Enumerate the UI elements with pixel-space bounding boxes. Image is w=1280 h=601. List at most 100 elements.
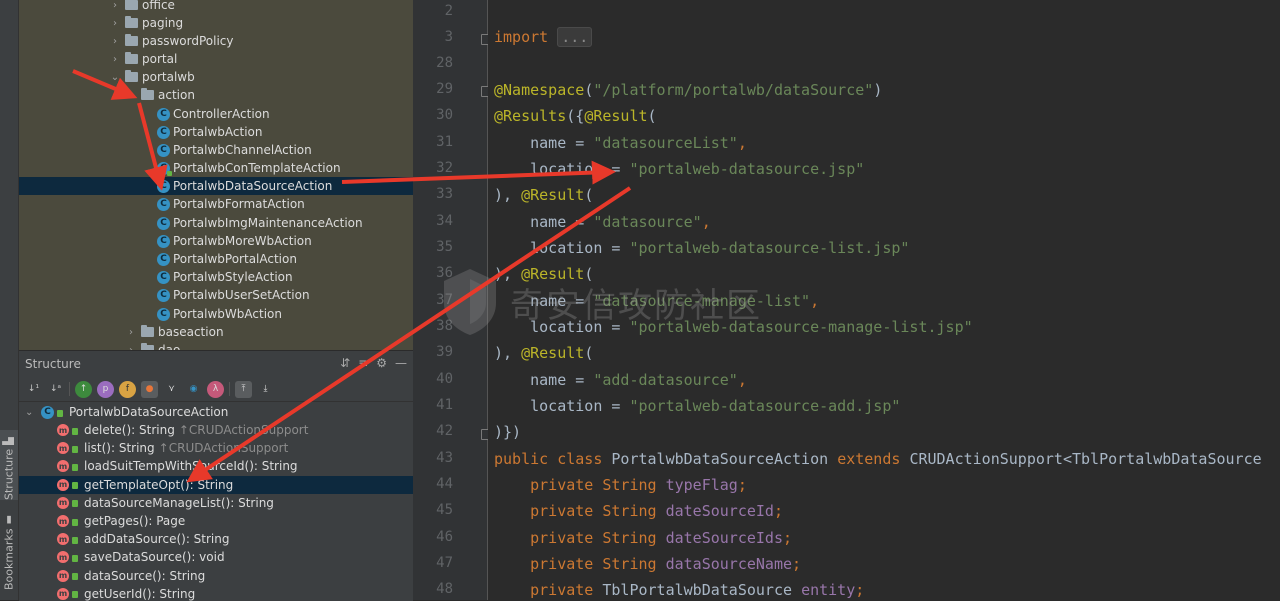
show-lambdas-icon[interactable]: ⋎ [163, 381, 180, 398]
line-number: 41 [436, 397, 453, 413]
watermark-text: 奇安信攻防社区 [510, 285, 762, 326]
tree-item-label: action [158, 88, 195, 102]
settings-gear-icon[interactable]: ⚙ [376, 356, 387, 370]
method-icon: m [57, 587, 69, 600]
public-lock-icon [72, 518, 78, 526]
chevron-down-icon[interactable]: ⌄ [125, 90, 137, 101]
tree-folder-item[interactable]: › portal [19, 50, 413, 68]
tree-class-item[interactable]: C ControllerAction [19, 105, 413, 123]
sort-alphabetically-icon[interactable]: ↓ᵃ [47, 381, 64, 398]
public-lock-icon [72, 573, 78, 581]
tree-class-item[interactable]: C PortalwbImgMaintenanceAction [19, 214, 413, 232]
structure-method-item[interactable]: m getPages(): Page [19, 512, 413, 530]
autoscroll-from-source-icon[interactable]: ⤓ [257, 381, 274, 398]
tree-item-label: PortalwbConTemplateAction [173, 161, 341, 175]
line-number: 42 [436, 423, 453, 439]
inherited-from-label: ↑CRUDActionSupport [158, 441, 289, 456]
structure-method-item[interactable]: m delete(): String ↑CRUDActionSupport [19, 421, 413, 439]
tree-folder-item[interactable]: › dao [19, 341, 413, 350]
code-token: , [737, 371, 747, 389]
expand-all-icon[interactable]: ⇵ [340, 356, 350, 370]
chevron-right-icon[interactable]: › [109, 54, 121, 65]
line-number: 40 [436, 371, 453, 387]
tree-folder-item[interactable]: › passwordPolicy [19, 32, 413, 50]
show-inherited-icon[interactable]: ↑ [75, 380, 92, 398]
tree-class-item[interactable]: C PortalwbPortalAction [19, 250, 413, 268]
structure-method-item[interactable]: m dataSourceManageList(): String [19, 494, 413, 512]
class-icon: C [157, 107, 170, 121]
code-token: "datasource" [593, 213, 702, 231]
line-number: 35 [436, 239, 453, 255]
show-non-public-icon[interactable]: ● [141, 380, 158, 398]
method-icon: m [57, 551, 69, 564]
tree-class-item[interactable]: C PortalwbStyleAction [19, 268, 413, 286]
code-token: ; [773, 502, 783, 520]
tree-item-label: portalwb [142, 70, 195, 84]
code-line-43: public class PortalwbDataSourceAction ex… [494, 450, 1262, 468]
folded-imports[interactable]: ... [557, 27, 593, 47]
structure-method-item[interactable]: m list(): String ↑CRUDActionSupport [19, 439, 413, 457]
structure-method-item[interactable]: m getTemplateOpt(): String [19, 475, 413, 494]
method-signature: getTemplateOpt(): String [84, 477, 234, 492]
code-token: ), [494, 344, 522, 362]
autoscroll-to-source-icon[interactable]: ⤒ [235, 380, 252, 398]
code-token: location = [494, 160, 630, 178]
chevron-right-icon[interactable]: › [109, 0, 121, 11]
show-lambda-icon[interactable]: λ [207, 380, 224, 398]
method-icon: m [57, 460, 69, 473]
tree-item-label: passwordPolicy [142, 34, 234, 48]
chevron-down-icon[interactable]: ⌄ [25, 407, 37, 418]
structure-method-item[interactable]: m getUserId(): String [19, 585, 413, 601]
collapse-all-icon[interactable]: ≡ [358, 356, 368, 370]
public-lock-icon [72, 482, 78, 490]
bookmarks-tool-tab[interactable]: Bookmarks ▮ [0, 510, 18, 590]
tree-folder-item[interactable]: › baseaction [19, 323, 413, 341]
tree-class-item[interactable]: C PortalwbWbAction [19, 305, 413, 323]
tree-class-item[interactable]: C PortalwbChannelAction [19, 141, 413, 159]
watermark: 奇安信攻防社区 [440, 262, 860, 342]
chevron-right-icon[interactable]: › [109, 18, 121, 29]
sort-by-visibility-icon[interactable]: ↓¹ [25, 381, 42, 398]
tree-class-item[interactable]: C PortalwbFormatAction [19, 195, 413, 213]
tree-class-item[interactable]: C PortalwbMoreWbAction [19, 232, 413, 250]
bookmarks-tab-label: Bookmarks [2, 528, 16, 590]
line-number: 45 [436, 502, 453, 518]
structure-title: Structure [25, 357, 81, 371]
public-lock-icon [72, 554, 78, 562]
tree-folder-item[interactable]: ⌄ portalwb [19, 68, 413, 86]
code-token: @Result [521, 344, 585, 362]
class-icon: C [157, 307, 170, 321]
tree-folder-item[interactable]: › office [19, 0, 413, 14]
chevron-down-icon[interactable]: ⌄ [109, 72, 121, 83]
tree-folder-item[interactable]: ⌄ action [19, 86, 413, 104]
public-lock-icon [72, 591, 78, 599]
structure-method-item[interactable]: m dataSource(): String [19, 567, 413, 585]
structure-tab-label: Structure [2, 448, 16, 500]
tree-class-item[interactable]: C PortalwbDataSourceAction [19, 177, 413, 195]
line-number: 32 [436, 160, 453, 176]
method-icon: m [57, 478, 69, 491]
line-number: 28 [436, 55, 453, 71]
structure-method-item[interactable]: m loadSuitTempWithSourceId(): String [19, 457, 413, 475]
tree-class-item[interactable]: C PortalwbUserSetAction [19, 286, 413, 304]
line-number: 33 [436, 186, 453, 202]
show-properties-icon[interactable]: p [97, 380, 114, 398]
code-token: CRUDActionSupport<TblPortalwbDataSource [909, 450, 1262, 468]
structure-root-class[interactable]: ⌄ C PortalwbDataSourceAction [19, 403, 413, 421]
chevron-right-icon[interactable]: › [109, 36, 121, 47]
project-tree[interactable]: › office › paging › passwordPolicy › portal ⌄ por… [19, 0, 413, 350]
method-signature: getUserId(): String [84, 586, 196, 601]
class-icon: C [157, 197, 170, 211]
structure-method-item[interactable]: m addDataSource(): String [19, 530, 413, 548]
code-token: )}) [494, 423, 522, 441]
structure-method-item[interactable]: m saveDataSource(): void [19, 548, 413, 566]
tree-class-item[interactable]: C PortalwbConTemplateAction [19, 159, 413, 177]
tree-folder-item[interactable]: › paging [19, 14, 413, 32]
chevron-right-icon[interactable]: › [125, 327, 137, 338]
tree-class-item[interactable]: C PortalwbAction [19, 123, 413, 141]
code-line-39: ), @Result( [494, 344, 593, 362]
structure-tool-tab[interactable]: Structure ▙ [0, 430, 18, 500]
hide-panel-icon[interactable]: — [395, 356, 407, 370]
show-fields-icon[interactable]: f [119, 380, 136, 398]
show-anonymous-icon[interactable]: ◉ [185, 381, 202, 398]
